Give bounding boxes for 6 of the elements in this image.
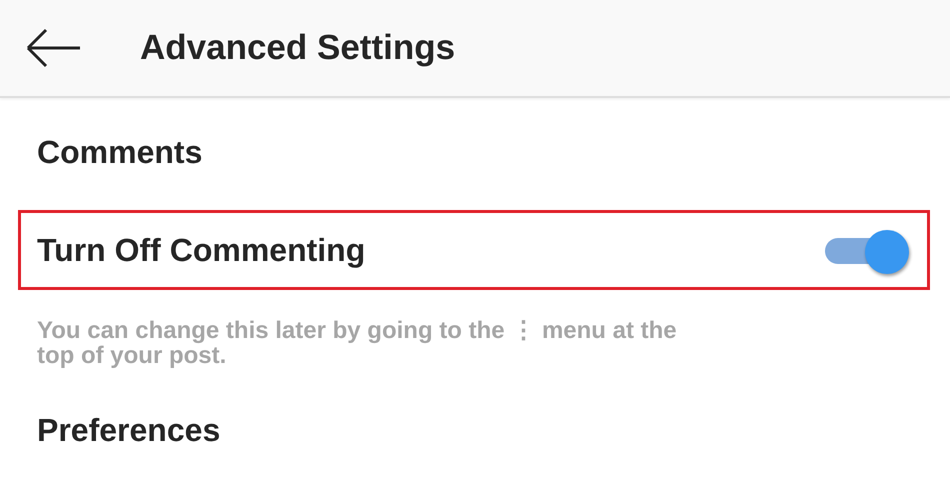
section-heading: Preferences	[37, 411, 222, 450]
section-heading: Comments	[37, 133, 204, 172]
back-arrow-icon[interactable]	[26, 28, 82, 68]
help-text: You can change this later by going to the ⋮ menu at the top of your post.	[37, 318, 678, 368]
setting-label: Turn Off Commenting	[37, 232, 366, 268]
page-title: Advanced Settings	[140, 28, 456, 68]
